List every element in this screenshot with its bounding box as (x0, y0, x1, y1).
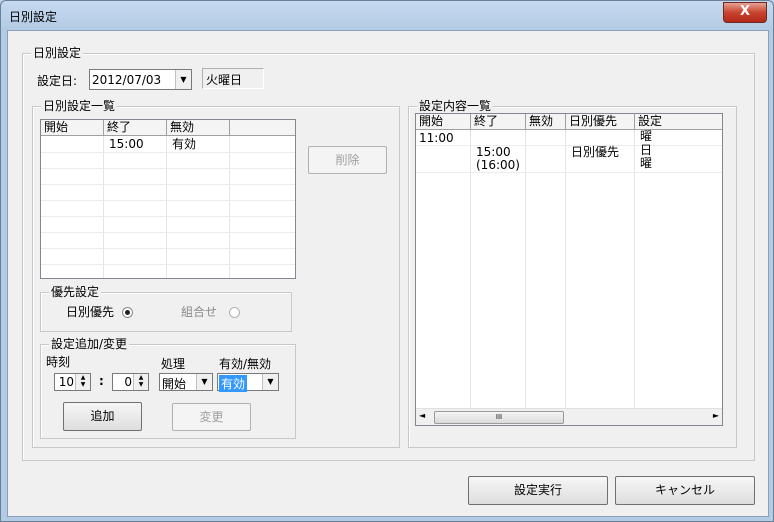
hour-spinner[interactable]: 10 ▲ ▼ (54, 373, 91, 391)
process-value: 開始 (162, 377, 187, 391)
weekday-display: 火曜日 (202, 68, 264, 89)
chevron-down-icon[interactable]: ▼ (196, 374, 212, 390)
radio-daily-priority[interactable]: 日別優先 (66, 303, 133, 320)
radio-combination[interactable]: 組合せ (181, 303, 240, 320)
chevron-down-icon[interactable]: ▼ (175, 70, 191, 89)
grid-row-line (41, 152, 295, 153)
spin-arrows-icon[interactable]: ▲ ▼ (75, 374, 90, 390)
process-label: 処理 (161, 357, 186, 371)
content-list-group-label: 設定内容一覧 (417, 99, 494, 113)
time-colon: : (99, 374, 104, 388)
hour-value: 10 (58, 375, 74, 389)
grid-row-line (41, 216, 295, 217)
grid-row-line (416, 145, 722, 146)
daily-list-header: 開始 終了 無効 (41, 120, 295, 136)
valid-label: 有効/無効 (219, 357, 272, 371)
row-end-cell: 15:00 (109, 137, 144, 151)
grid-row-line (41, 264, 295, 265)
process-select[interactable]: 開始 ▼ (159, 373, 213, 391)
col-header-start[interactable]: 開始 (416, 114, 471, 129)
horizontal-scrollbar[interactable]: ◄ III ► (416, 408, 722, 425)
col-header-end[interactable]: 終了 (471, 114, 526, 129)
change-button[interactable]: 変更 (172, 403, 251, 431)
content-cell: 11:00 (419, 131, 454, 145)
spin-arrows-icon[interactable]: ▲ ▼ (133, 374, 148, 390)
content-cell: 曜 (640, 129, 653, 143)
chevron-down-icon[interactable]: ▼ (262, 374, 278, 390)
window-title: 日別設定 (9, 10, 58, 24)
priority-group-label: 優先設定 (49, 285, 102, 299)
content-list-grid[interactable]: 開始 終了 無効 日別優先 設定 11:00 曜 15:00 日別優先 日 (1… (415, 113, 723, 426)
col-header-start[interactable]: 開始 (41, 120, 104, 135)
grid-divider (229, 136, 230, 278)
setting-date-picker[interactable]: 2012/07/03 ▼ (89, 69, 192, 90)
table-row[interactable]: 15:00 有効 (41, 137, 295, 152)
grid-row-line (41, 248, 295, 249)
time-label: 時刻 (46, 355, 71, 369)
content-cell: 日別優先 (571, 145, 620, 159)
valid-select[interactable]: 有効 ▼ (217, 373, 279, 392)
weekday-text: 火曜日 (206, 73, 243, 87)
setting-date-value: 2012/07/03 (92, 73, 162, 87)
radio-combination-label: 組合せ (181, 305, 218, 319)
dialog-client-area: 日別設定 設定日: 2012/07/03 ▼ 火曜日 日別設定一覧 開始 終了 … (7, 30, 769, 517)
title-bar: 日別設定 X (1, 1, 773, 29)
radio-selected-icon[interactable] (121, 307, 133, 318)
minute-value: 0 (124, 375, 132, 389)
grid-row-line (41, 168, 295, 169)
content-cell: (16:00) (476, 158, 520, 172)
grid-row-line (41, 184, 295, 185)
dialog-window: 日別設定 X 日別設定 設定日: 2012/07/03 ▼ 火曜日 日別設定一覧… (0, 0, 774, 522)
scroll-thumb[interactable]: III (434, 411, 564, 424)
grid-row-line (41, 200, 295, 201)
col-header-setting[interactable]: 設定 (635, 114, 722, 129)
add-change-group-label: 設定追加/変更 (49, 337, 130, 351)
execute-button[interactable]: 設定実行 (468, 476, 608, 505)
radio-daily-priority-label: 日別優先 (66, 305, 115, 319)
scroll-right-icon[interactable]: ► (713, 411, 719, 420)
col-header-daily-priority[interactable]: 日別優先 (566, 114, 635, 129)
daily-settings-group-label: 日別設定 (31, 46, 84, 60)
scroll-left-icon[interactable]: ◄ (419, 411, 425, 420)
row-disabled-cell: 有効 (172, 137, 197, 151)
col-header-end[interactable]: 終了 (104, 120, 167, 135)
radio-unselected-icon[interactable] (228, 307, 240, 318)
content-list-header: 開始 終了 無効 日別優先 設定 (416, 114, 722, 130)
daily-list-group-label: 日別設定一覧 (41, 99, 118, 113)
content-cell: 曜 (640, 156, 653, 170)
grid-divider (166, 136, 167, 278)
daily-list-grid[interactable]: 開始 終了 無効 15:00 有効 (40, 119, 296, 279)
grid-row-line (41, 232, 295, 233)
delete-button[interactable]: 削除 (308, 146, 387, 174)
add-button[interactable]: 追加 (63, 402, 142, 431)
minute-spinner[interactable]: 0 ▲ ▼ (112, 373, 149, 391)
valid-value: 有効 (219, 375, 248, 392)
setting-date-label: 設定日: (37, 74, 78, 88)
col-header-disabled[interactable]: 無効 (526, 114, 566, 129)
grid-row-line (416, 172, 722, 173)
close-button[interactable]: X (723, 2, 767, 23)
cancel-button[interactable]: キャンセル (615, 476, 755, 505)
col-header-disabled[interactable]: 無効 (167, 120, 230, 135)
grid-divider (103, 136, 104, 278)
